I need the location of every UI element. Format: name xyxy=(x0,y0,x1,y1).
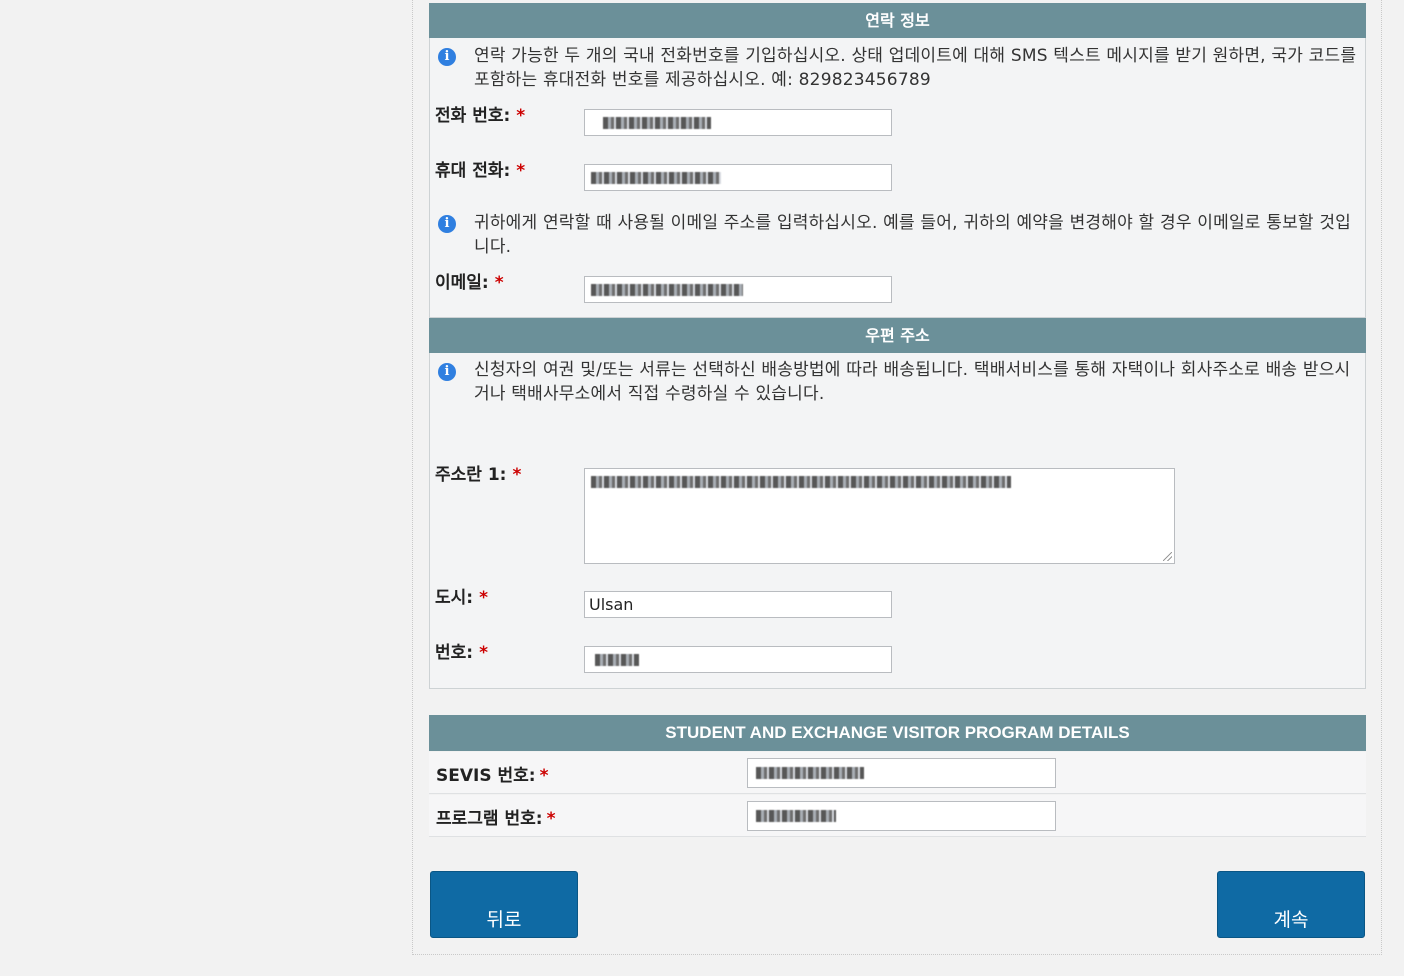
program-input[interactable] xyxy=(747,801,1056,831)
redacted-value xyxy=(591,172,721,184)
city-label: 도시: * xyxy=(435,588,488,608)
email-input[interactable] xyxy=(584,276,892,303)
back-button[interactable]: 뒤로 xyxy=(430,871,578,938)
postal-input[interactable] xyxy=(584,646,892,673)
mailing-section-header: 우편 주소 xyxy=(429,318,1366,353)
redacted-value xyxy=(591,476,1011,488)
contact-section-title: 연락 정보 xyxy=(865,11,930,30)
redacted-value xyxy=(595,654,639,666)
redacted-value xyxy=(603,117,711,129)
program-row: 프로그램 번호: * xyxy=(429,795,1366,837)
redacted-value xyxy=(756,767,864,779)
continue-button[interactable]: 계속 xyxy=(1217,871,1365,938)
phone-input[interactable] xyxy=(584,109,892,136)
required-mark: * xyxy=(546,809,556,829)
city-input[interactable]: Ulsan xyxy=(584,591,892,618)
sevis-row: SEVIS 번호: * xyxy=(429,752,1366,794)
redacted-value xyxy=(756,810,836,822)
mobile-input[interactable] xyxy=(584,164,892,191)
mobile-label: 휴대 전화: * xyxy=(435,161,526,181)
redacted-value xyxy=(591,284,743,296)
email-info-text: 귀하에게 연락할 때 사용될 이메일 주소를 입력하십시오. 예를 들어, 귀하… xyxy=(474,213,1352,257)
required-mark: * xyxy=(539,766,549,786)
mailing-section-title: 우편 주소 xyxy=(865,326,930,345)
sevis-input[interactable] xyxy=(747,758,1056,788)
sevis-section-title: STUDENT AND EXCHANGE VISITOR PROGRAM DET… xyxy=(665,723,1130,742)
required-mark: * xyxy=(516,106,526,126)
info-icon: i xyxy=(438,48,456,66)
postal-label: 번호: * xyxy=(435,643,488,663)
required-mark: * xyxy=(494,273,504,293)
info-icon: i xyxy=(438,363,456,381)
required-mark: * xyxy=(512,465,522,485)
program-label: 프로그램 번호: * xyxy=(436,809,556,829)
mailing-info-text: 신청자의 여권 및/또는 서류는 선택하신 배송방법에 따라 배송됩니다. 택배… xyxy=(474,360,1351,404)
info-icon: i xyxy=(438,215,456,233)
required-mark: * xyxy=(516,161,526,181)
required-mark: * xyxy=(479,643,488,663)
contact-section-header: 연락 정보 xyxy=(429,3,1366,38)
resize-grip-icon[interactable] xyxy=(1163,552,1172,561)
sevis-label: SEVIS 번호: * xyxy=(436,766,549,786)
address1-label: 주소란 1: * xyxy=(435,465,522,485)
phone-label: 전화 번호: * xyxy=(435,106,526,126)
address1-textarea[interactable] xyxy=(584,468,1175,564)
email-label: 이메일: * xyxy=(435,273,504,293)
phone-info-text: 연락 가능한 두 개의 국내 전화번호를 기입하십시오. 상태 업데이트에 대해… xyxy=(474,46,1357,90)
required-mark: * xyxy=(479,588,488,608)
sevis-section-header: STUDENT AND EXCHANGE VISITOR PROGRAM DET… xyxy=(429,715,1366,751)
